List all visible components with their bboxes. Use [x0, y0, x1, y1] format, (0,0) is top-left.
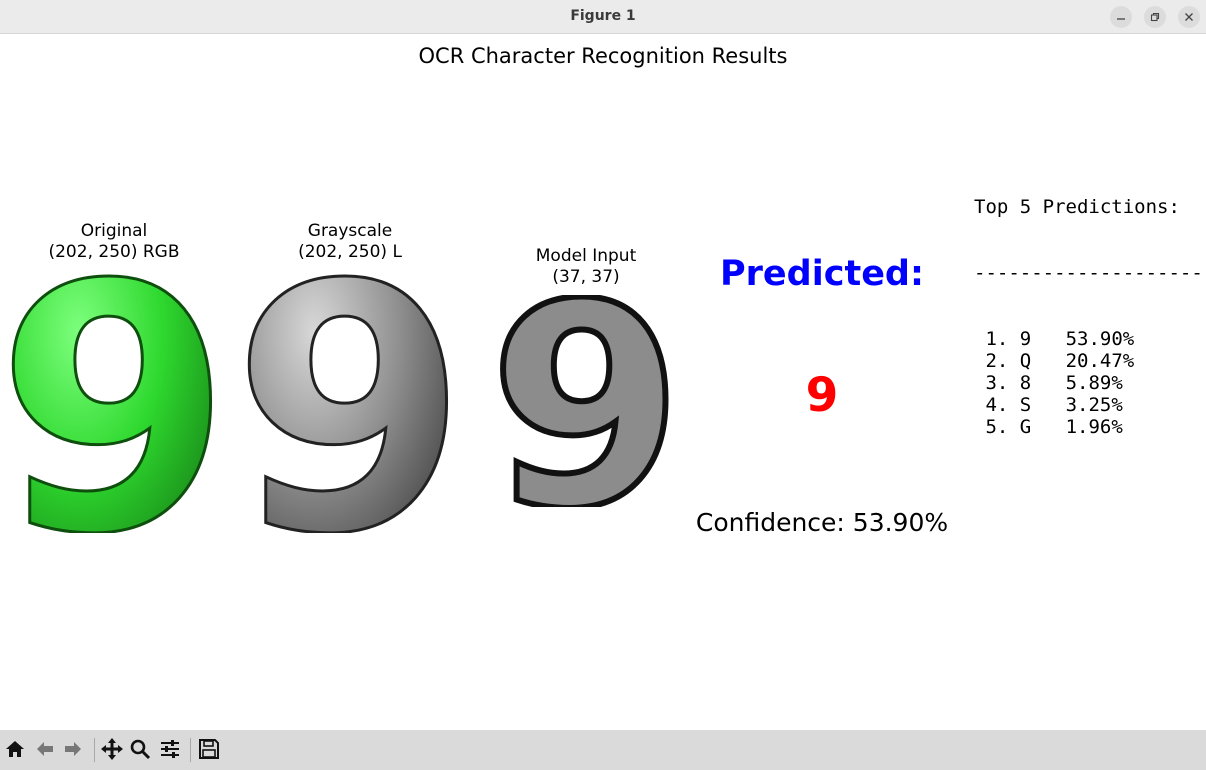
panel-grayscale-caption: Grayscale (202, 250) L: [250, 221, 450, 263]
window-titlebar: Figure 1: [0, 0, 1206, 34]
top5-row: 1. 9 53.90%: [974, 328, 1203, 350]
pan-icon: [100, 737, 124, 765]
panel-grayscale-subtitle: (202, 250) L: [298, 242, 402, 262]
predicted-character: 9: [805, 368, 839, 423]
top5-row: 3. 8 5.89%: [974, 372, 1203, 394]
matplotlib-toolbar: [0, 730, 1206, 770]
top5-rank: 1.: [985, 328, 1009, 350]
panel-grayscale-title: Grayscale: [307, 221, 393, 241]
back-button[interactable]: [32, 738, 58, 764]
top5-char: 8: [1019, 372, 1032, 394]
top5-prob: 1.96%: [1065, 416, 1123, 438]
home-button[interactable]: [2, 738, 28, 764]
top5-rank: 2.: [985, 350, 1009, 372]
save-icon: [198, 738, 220, 764]
figure-title: OCR Character Recognition Results: [418, 44, 788, 68]
toolbar-separator: [190, 738, 191, 762]
configure-icon: [159, 738, 181, 764]
top5-char: G: [1019, 416, 1032, 438]
top5-char: Q: [1019, 350, 1032, 372]
toolbar-separator: [94, 738, 95, 762]
top5-list: 1. 9 53.90% 2. Q 20.47% 3. 8 5.89% 4. S …: [974, 328, 1203, 438]
window-title: Figure 1: [570, 8, 636, 24]
zoom-icon: [129, 738, 151, 764]
model-input-digit-image: 9: [486, 295, 687, 507]
close-button[interactable]: [1178, 6, 1200, 28]
panel-original-subtitle: (202, 250) RGB: [48, 242, 180, 262]
top5-row: 5. G 1.96%: [974, 416, 1203, 438]
top5-predictions-panel: Top 5 Predictions: -------------------- …: [974, 152, 1203, 460]
configure-button[interactable]: [157, 738, 183, 764]
top5-prob: 3.25%: [1065, 394, 1123, 416]
model-input-digit-glyph: 9: [489, 295, 684, 507]
restore-button[interactable]: [1144, 6, 1166, 28]
panel-original-caption: Original (202, 250) RGB: [14, 221, 214, 263]
predicted-label: Predicted:: [720, 254, 924, 294]
top5-header: Top 5 Predictions:: [974, 196, 1180, 218]
top5-rank: 5.: [985, 416, 1009, 438]
panel-model-input-subtitle: (37, 37): [552, 267, 620, 287]
close-icon: [1184, 12, 1194, 22]
top5-rank: 4.: [985, 394, 1009, 416]
top5-char: S: [1019, 394, 1032, 416]
forward-button[interactable]: [60, 738, 86, 764]
top5-row: 4. S 3.25%: [974, 394, 1203, 416]
panel-original-title: Original: [80, 221, 148, 241]
save-button[interactable]: [196, 738, 222, 764]
restore-icon: [1150, 12, 1160, 22]
top5-row: 2. Q 20.47%: [974, 350, 1203, 372]
top5-rank: 3.: [985, 372, 1009, 394]
top5-prob: 53.90%: [1065, 328, 1135, 350]
grayscale-digit-glyph: 9: [244, 271, 456, 533]
zoom-button[interactable]: [127, 738, 153, 764]
minimize-button[interactable]: [1110, 6, 1132, 28]
minimize-icon: [1116, 12, 1126, 22]
back-icon: [34, 738, 56, 764]
top5-prob: 20.47%: [1065, 350, 1135, 372]
top5-separator: --------------------: [974, 262, 1203, 284]
home-icon: [4, 738, 26, 764]
grayscale-digit-image: 9: [244, 271, 456, 533]
panel-model-input-caption: Model Input (37, 37): [486, 246, 686, 288]
forward-icon: [62, 738, 84, 764]
top5-prob: 5.89%: [1065, 372, 1123, 394]
original-digit-image: 9: [8, 271, 220, 533]
confidence-text: Confidence: 53.90%: [695, 508, 949, 537]
pan-button[interactable]: [99, 738, 125, 764]
panel-model-input-title: Model Input: [535, 246, 637, 266]
top5-char: 9: [1019, 328, 1032, 350]
original-digit-glyph: 9: [8, 271, 220, 533]
